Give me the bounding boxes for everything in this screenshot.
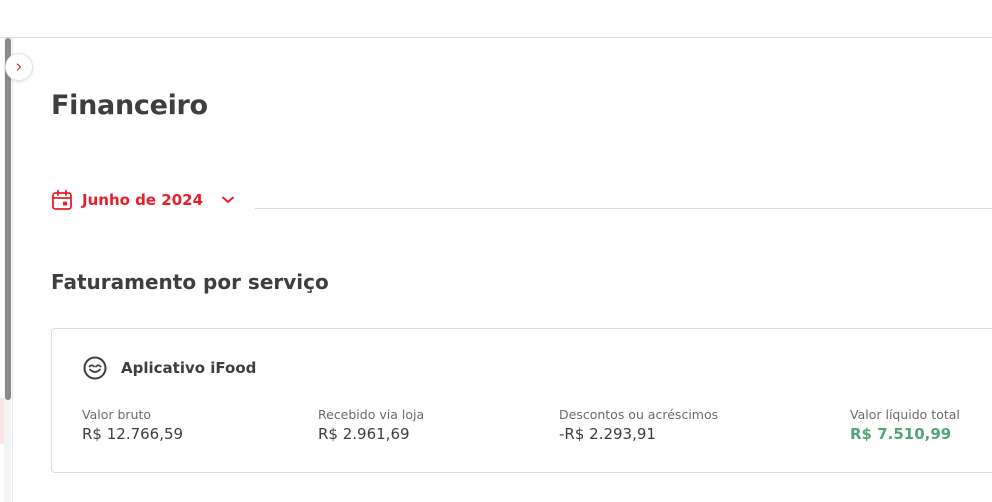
service-card-header: Aplicativo iFood bbox=[82, 355, 256, 381]
metric-label: Valor líquido total bbox=[850, 407, 960, 422]
rail-highlight bbox=[0, 398, 4, 444]
metric-net-total: Valor líquido total R$ 7.510,99 bbox=[850, 407, 960, 443]
period-label: Junho de 2024 bbox=[82, 191, 204, 209]
metric-label: Recebido via loja bbox=[318, 407, 425, 422]
top-bar bbox=[0, 0, 992, 38]
metric-gross-value: Valor bruto R$ 12.766,59 bbox=[82, 407, 183, 443]
metric-discounts-surcharges: Descontos ou acréscimos -R$ 2.293,91 bbox=[559, 407, 718, 443]
metric-received-in-store: Recebido via loja R$ 2.961,69 bbox=[318, 407, 424, 443]
page-title: Financeiro bbox=[51, 90, 208, 121]
calendar-icon bbox=[52, 189, 72, 210]
metric-value: -R$ 2.293,91 bbox=[559, 425, 656, 443]
metric-label: Descontos ou acréscimos bbox=[559, 407, 719, 422]
chevron-right-icon bbox=[16, 63, 22, 71]
metric-value: R$ 7.510,99 bbox=[850, 425, 952, 443]
metric-label: Valor bruto bbox=[82, 407, 152, 422]
sidebar-expand-button[interactable] bbox=[5, 53, 33, 81]
metric-value: R$ 2.961,69 bbox=[318, 425, 410, 443]
service-card-title: Aplicativo iFood bbox=[121, 359, 257, 377]
chevron-down-icon bbox=[222, 196, 235, 203]
ifood-logo-icon bbox=[83, 356, 107, 380]
section-title: Faturamento por serviço bbox=[51, 270, 329, 294]
period-divider bbox=[255, 208, 992, 209]
service-card: Aplicativo iFood Valor bruto R$ 12.766,5… bbox=[51, 328, 992, 473]
scrollbar-thumb[interactable] bbox=[5, 38, 11, 400]
period-selector[interactable]: Junho de 2024 bbox=[51, 186, 235, 214]
metric-value: R$ 12.766,59 bbox=[82, 425, 184, 443]
